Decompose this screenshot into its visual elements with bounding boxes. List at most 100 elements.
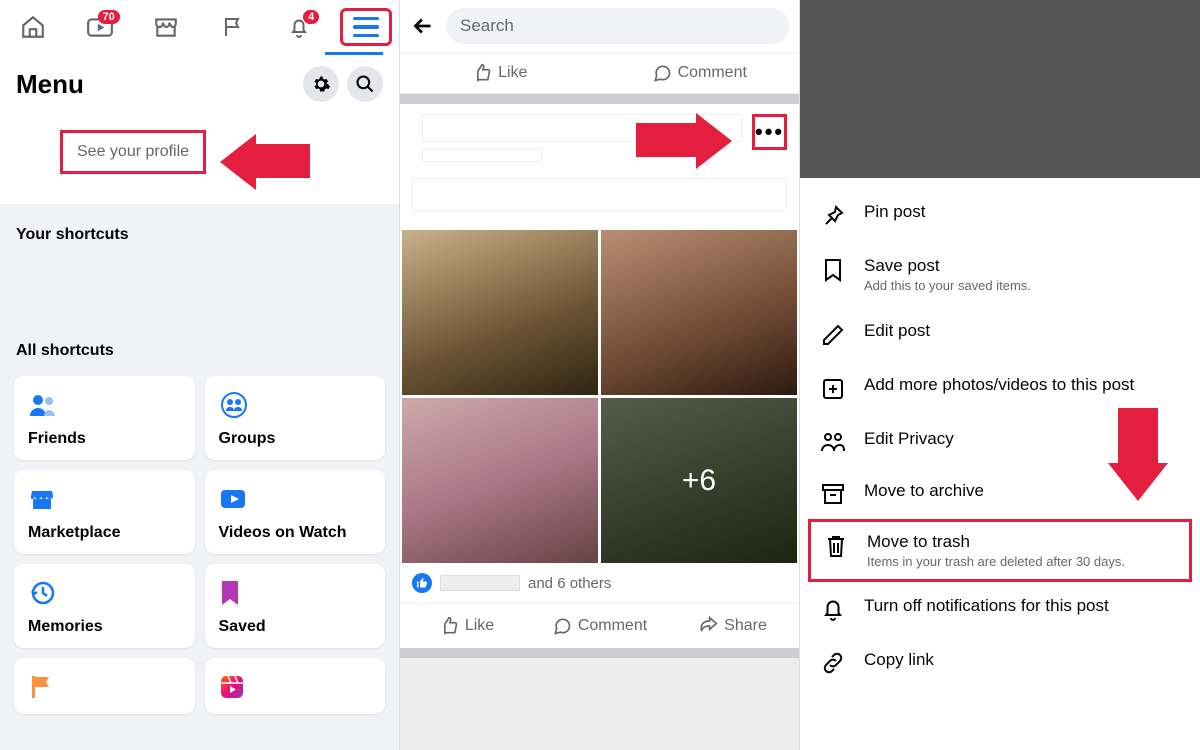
post-actions-bottom: Like Comment Share [400, 603, 799, 648]
post-photo-3[interactable] [402, 398, 598, 563]
archive-icon [821, 483, 845, 505]
like-icon [472, 63, 492, 83]
share-label: Share [724, 617, 767, 635]
hamburger-icon [340, 8, 392, 47]
bell-badge: 4 [303, 10, 319, 24]
post-photo-grid[interactable]: +6 [400, 230, 799, 563]
top-navigation: 70 4 [0, 0, 399, 54]
add-photo-icon [821, 377, 845, 401]
option-label: Copy link [864, 650, 1182, 670]
privacy-icon [820, 431, 846, 453]
like-label: Like [498, 64, 527, 82]
post-reactions[interactable]: and 6 others [400, 563, 799, 603]
post-preview-cover [800, 0, 1200, 178]
reactors-suffix: and 6 others [528, 575, 611, 592]
option-move-trash[interactable]: Move to trash Items in your trash are de… [821, 532, 1179, 569]
option-label: Edit post [864, 321, 1182, 341]
post-text [412, 178, 787, 212]
more-photos-overlay: +6 [601, 398, 797, 563]
store-icon [153, 14, 179, 40]
watch-badge: 70 [98, 10, 120, 24]
post-card: ••• +6 and 6 others Like [400, 104, 799, 648]
gear-icon [311, 74, 331, 94]
nav-notifications[interactable]: 4 [271, 14, 327, 40]
comment-icon [552, 616, 572, 636]
shortcut-videos[interactable]: Videos on Watch [205, 470, 386, 554]
option-move-trash-highlight: Move to trash Items in your trash are de… [808, 519, 1192, 582]
post-photo-2[interactable] [601, 230, 797, 395]
home-icon [20, 14, 46, 40]
shortcut-label: Groups [219, 430, 372, 448]
profile-row[interactable]: See your profile [0, 114, 399, 204]
shortcut-groups[interactable]: Groups [205, 376, 386, 460]
option-pin-post[interactable]: Pin post [800, 188, 1200, 242]
search-input[interactable]: Search [446, 8, 789, 44]
like-reaction-icon [412, 573, 432, 593]
your-shortcuts-label: Your shortcuts [0, 204, 399, 250]
share-button[interactable]: Share [666, 604, 799, 648]
shortcut-memories[interactable]: Memories [14, 564, 195, 648]
search-bar: Search [400, 0, 799, 52]
post-photo-4[interactable]: +6 [601, 398, 797, 563]
shortcut-label: Marketplace [28, 524, 181, 542]
comment-label: Comment [578, 617, 647, 635]
option-copy-link[interactable]: Copy link [800, 636, 1200, 688]
option-label: Turn off notifications for this post [864, 596, 1182, 616]
marketplace-icon [28, 485, 56, 513]
shortcut-pages[interactable] [14, 658, 195, 714]
nav-watch[interactable]: 70 [72, 14, 128, 40]
more-icon: ••• [755, 119, 784, 145]
settings-button[interactable] [303, 66, 339, 102]
pages-icon [28, 673, 54, 701]
pin-icon [821, 204, 845, 228]
option-label: Move to trash [867, 532, 1179, 552]
comment-button[interactable]: Comment [533, 604, 666, 648]
comment-label: Comment [678, 64, 747, 82]
flag-icon [221, 14, 245, 40]
like-button[interactable]: Like [400, 604, 533, 648]
nav-pages[interactable] [205, 14, 261, 40]
option-add-media[interactable]: Add more photos/videos to this post [800, 361, 1200, 415]
all-shortcuts-label: All shortcuts [0, 320, 399, 366]
shortcut-label: Videos on Watch [219, 524, 372, 542]
bell-icon [822, 598, 844, 622]
option-subtitle: Items in your trash are deleted after 30… [867, 554, 1179, 569]
reactor-name [440, 575, 520, 591]
back-icon[interactable] [410, 13, 436, 39]
pencil-icon [821, 323, 845, 347]
shortcut-reels[interactable] [205, 658, 386, 714]
comment-button[interactable]: Comment [600, 53, 800, 93]
like-label: Like [465, 617, 494, 635]
trash-icon [825, 534, 847, 558]
option-subtitle: Add this to your saved items. [864, 278, 1182, 293]
comment-icon [652, 63, 672, 83]
shortcut-marketplace[interactable]: Marketplace [14, 470, 195, 554]
option-label: Save post [864, 256, 1182, 276]
menu-search-button[interactable] [347, 66, 383, 102]
menu-title: Menu [16, 69, 295, 100]
active-tab-indicator [325, 52, 383, 55]
saved-icon [219, 579, 241, 607]
shortcut-saved[interactable]: Saved [205, 564, 386, 648]
option-save-post[interactable]: Save post Add this to your saved items. [800, 242, 1200, 307]
option-edit-post[interactable]: Edit post [800, 307, 1200, 361]
like-button[interactable]: Like [400, 53, 600, 93]
nav-menu[interactable] [338, 8, 394, 47]
groups-icon [219, 391, 249, 419]
share-icon [698, 616, 718, 636]
nav-home[interactable] [5, 14, 61, 40]
menu-header: Menu [0, 54, 399, 114]
link-icon [821, 652, 845, 674]
see-profile-link[interactable]: See your profile [60, 130, 206, 174]
watch-icon [219, 486, 249, 512]
shortcut-label: Friends [28, 430, 181, 448]
search-icon [355, 74, 375, 94]
option-label: Add more photos/videos to this post [864, 375, 1182, 395]
post-more-button[interactable]: ••• [752, 114, 787, 150]
nav-marketplace[interactable] [138, 14, 194, 40]
shortcut-friends[interactable]: Friends [14, 376, 195, 460]
post-photo-1[interactable] [402, 230, 598, 395]
post-timestamp [422, 148, 542, 162]
post-actions-top: Like Comment [400, 52, 799, 94]
option-turn-off-notifications[interactable]: Turn off notifications for this post [800, 582, 1200, 636]
